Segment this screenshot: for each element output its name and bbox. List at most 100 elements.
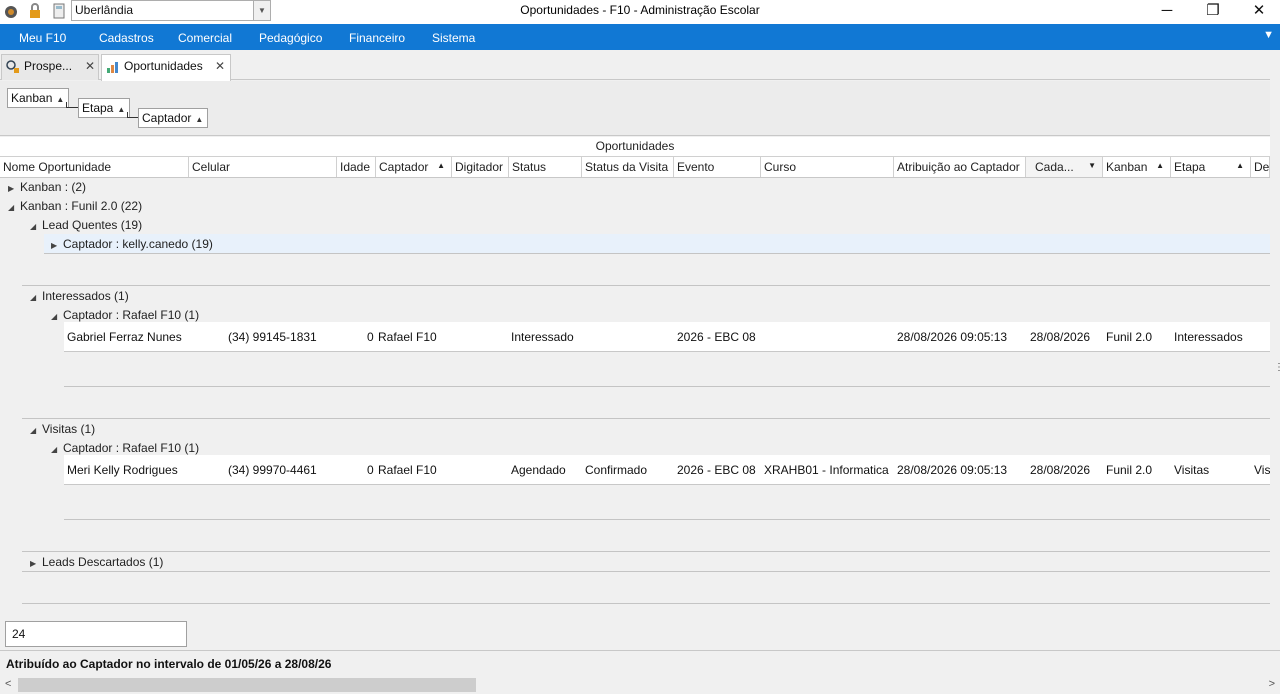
sort-asc-icon: ▲ xyxy=(117,105,126,114)
divider xyxy=(22,571,1270,572)
col-idade[interactable]: Idade xyxy=(337,157,376,177)
cell-status: Agendado xyxy=(511,463,566,477)
vertical-splitter[interactable]: ⋮ xyxy=(1270,50,1280,670)
collapse-icon[interactable]: ◢ xyxy=(30,222,42,231)
group-row-label: Lead Quentes (19) xyxy=(42,218,143,232)
group-row[interactable]: ◢ Visitas (1) xyxy=(30,422,95,436)
col-kanban-label: Kanban xyxy=(1106,160,1148,174)
col-atribuicao[interactable]: Atribuição ao Captador xyxy=(894,157,1026,177)
collapse-icon[interactable]: ◢ xyxy=(8,203,20,212)
menu-financeiro[interactable]: Financeiro xyxy=(349,31,405,45)
cell-status: Interessado xyxy=(511,330,574,344)
expand-icon[interactable]: ▶ xyxy=(51,241,63,250)
sort-asc-icon: ▲ xyxy=(195,115,204,124)
tab-bar: Prospe... ✕ Oportunidades ✕ xyxy=(0,50,1280,81)
expand-icon[interactable]: ▶ xyxy=(8,184,20,193)
cell-atribuicao: 28/08/2026 09:05:13 xyxy=(897,463,1008,477)
col-kanban[interactable]: Kanban ▲ xyxy=(1103,157,1171,177)
table-row[interactable]: Gabriel Ferraz Nunes (34) 99145-1831 0 R… xyxy=(64,322,1270,352)
group-row-label: Captador : Rafael F10 (1) xyxy=(63,308,200,322)
scrollbar-thumb[interactable] xyxy=(18,678,476,692)
group-row[interactable]: ▶ Leads Descartados (1) xyxy=(30,555,163,569)
collapse-icon[interactable]: ◢ xyxy=(30,426,42,435)
group-row[interactable]: ◢ Interessados (1) xyxy=(30,289,129,303)
chart-icon xyxy=(107,62,118,73)
menu-cadastros[interactable]: Cadastros xyxy=(99,31,154,45)
scroll-left-icon[interactable]: < xyxy=(5,678,11,690)
divider xyxy=(22,285,1270,286)
cell-cadastro: 28/08/2026 xyxy=(1030,463,1091,477)
group-row-label: Leads Descartados (1) xyxy=(42,555,164,569)
col-captador-label: Captador xyxy=(379,160,429,174)
menu-pedagogico[interactable]: Pedagógico xyxy=(259,31,322,45)
col-status-visita[interactable]: Status da Visita xyxy=(582,157,674,177)
close-button[interactable]: ✕ xyxy=(1236,0,1280,24)
column-headers: Nome Oportunidade Celular Idade Captador… xyxy=(0,157,1270,178)
cell-etapa: Interessados xyxy=(1174,330,1243,344)
col-cadastro[interactable]: Cada... ▼ xyxy=(1026,157,1103,177)
col-curso[interactable]: Curso xyxy=(761,157,894,177)
group-kanban-label: Kanban xyxy=(11,91,53,105)
group-row-label: Captador : kelly.canedo (19) xyxy=(63,237,213,251)
sort-asc-icon: ▲ xyxy=(437,161,445,170)
col-nome[interactable]: Nome Oportunidade xyxy=(0,157,189,177)
divider xyxy=(22,603,1270,604)
col-digitador[interactable]: Digitador xyxy=(452,157,509,177)
expand-icon[interactable]: ▶ xyxy=(30,559,42,568)
menu-meu-f10[interactable]: Meu F10 xyxy=(19,31,66,45)
horizontal-scrollbar[interactable]: < > xyxy=(0,676,1280,694)
search-people-icon xyxy=(6,60,19,73)
divider xyxy=(64,519,1270,520)
menu-comercial[interactable]: Comercial xyxy=(178,31,232,45)
scroll-right-icon[interactable]: > xyxy=(1269,678,1275,690)
col-captador[interactable]: Captador ▲ xyxy=(376,157,452,177)
collapse-icon[interactable]: ◢ xyxy=(30,293,42,302)
chevron-down-icon[interactable]: ▼ xyxy=(1263,29,1274,41)
col-status[interactable]: Status xyxy=(509,157,582,177)
col-extra[interactable]: De xyxy=(1251,157,1270,177)
group-row[interactable]: ▶ Captador : kelly.canedo (19) xyxy=(51,237,213,251)
col-evento[interactable]: Evento xyxy=(674,157,761,177)
group-captador[interactable]: Captador ▲ xyxy=(138,108,209,128)
restore-button[interactable]: ❐ xyxy=(1190,0,1236,24)
close-tab-icon[interactable]: ✕ xyxy=(85,59,95,73)
group-kanban[interactable]: Kanban ▲ xyxy=(7,88,70,108)
collapse-icon[interactable]: ◢ xyxy=(51,312,63,321)
group-row[interactable]: ◢ Captador : Rafael F10 (1) xyxy=(51,441,199,455)
menu-sistema[interactable]: Sistema xyxy=(432,31,475,45)
cell-idade: 0 xyxy=(367,330,374,344)
group-row[interactable]: ◢ Kanban : Funil 2.0 (22) xyxy=(8,199,142,213)
cell-captador: Rafael F10 xyxy=(378,330,437,344)
col-etapa-label: Etapa xyxy=(1174,160,1206,174)
cell-atribuicao: 28/08/2026 09:05:13 xyxy=(897,330,1008,344)
sort-desc-icon: ▼ xyxy=(1088,161,1096,170)
tab-oportunidades[interactable]: Oportunidades ✕ xyxy=(101,54,231,81)
group-row-label: Interessados (1) xyxy=(42,289,129,303)
group-etapa-label: Etapa xyxy=(82,101,114,115)
filter-status-text: Atribuído ao Captador no intervalo de 01… xyxy=(6,657,332,671)
collapse-icon[interactable]: ◢ xyxy=(51,445,63,454)
cell-evento: 2026 - EBC 08 xyxy=(677,330,756,344)
col-cadastro-label: Cada... xyxy=(1035,160,1074,174)
group-row[interactable]: ◢ Captador : Rafael F10 (1) xyxy=(51,308,199,322)
group-row-label: Kanban : Funil 2.0 (22) xyxy=(20,199,143,213)
group-etapa[interactable]: Etapa ▲ xyxy=(78,98,131,118)
cell-kanban: Funil 2.0 xyxy=(1106,330,1153,344)
group-connector xyxy=(66,102,78,108)
group-captador-label: Captador xyxy=(142,111,192,125)
record-count-field[interactable]: 24 xyxy=(5,621,187,647)
menu-bar: Meu F10 Cadastros Comercial Pedagógico F… xyxy=(0,24,1280,50)
group-row[interactable]: ▶ Kanban : (2) xyxy=(8,180,86,194)
splitter-grip-icon: ⋮ xyxy=(1274,362,1280,373)
title-bar: Uberlândia ▼ Oportunidades - F10 - Admin… xyxy=(0,0,1280,24)
tab-prospects[interactable]: Prospe... ✕ xyxy=(1,54,99,80)
cell-kanban: Funil 2.0 xyxy=(1106,463,1153,477)
table-row[interactable]: Meri Kelly Rodrigues (34) 99970-4461 0 R… xyxy=(64,455,1270,485)
close-tab-icon[interactable]: ✕ xyxy=(215,59,225,73)
cell-nome: Gabriel Ferraz Nunes xyxy=(67,330,182,344)
divider xyxy=(44,253,1270,254)
col-etapa[interactable]: Etapa ▲ xyxy=(1171,157,1251,177)
col-celular[interactable]: Celular xyxy=(189,157,337,177)
minimize-button[interactable]: ─ xyxy=(1144,0,1190,24)
group-row[interactable]: ◢ Lead Quentes (19) xyxy=(30,218,142,232)
